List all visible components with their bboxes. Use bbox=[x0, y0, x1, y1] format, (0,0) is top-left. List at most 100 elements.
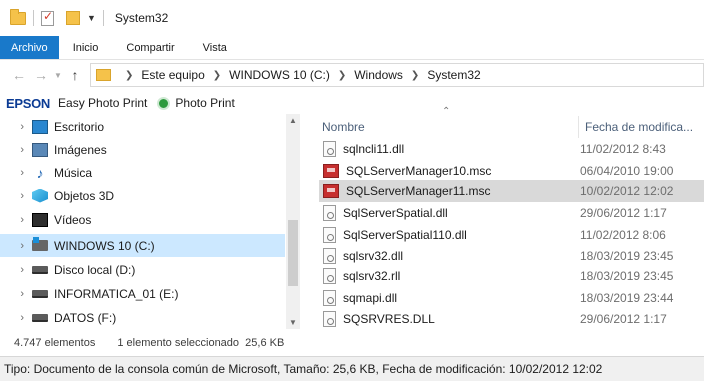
file-row-selected[interactable]: SQLServerManager11.msc 10/02/2012 12:02 bbox=[319, 180, 704, 202]
file-row[interactable]: SqlServerSpatial.dll 29/06/2012 1:17 bbox=[319, 202, 704, 224]
customize-toolbar-dropdown-icon[interactable]: ▼ bbox=[87, 13, 96, 23]
windows-drive-icon bbox=[32, 237, 48, 251]
nav-item-label: Escritorio bbox=[54, 119, 105, 134]
properties-icon[interactable] bbox=[41, 9, 54, 26]
new-folder-icon[interactable] bbox=[66, 11, 80, 25]
separator bbox=[33, 10, 34, 26]
expand-chevron-icon[interactable]: › bbox=[0, 240, 32, 252]
navigation-pane: › Escritorio › Imágenes › ♪ Música › Obj… bbox=[0, 114, 300, 329]
epson-logo: EPSON bbox=[6, 95, 51, 111]
file-row[interactable]: sqlsrv32.rll 18/03/2019 23:45 bbox=[319, 265, 704, 287]
file-name: sqmapi.dll bbox=[343, 291, 398, 305]
expand-chevron-icon[interactable]: › bbox=[0, 144, 32, 156]
folder-icon bbox=[96, 69, 111, 81]
expand-chevron-icon[interactable]: › bbox=[0, 288, 32, 300]
file-row[interactable]: SQSRVRES.DLL 29/06/2012 1:17 bbox=[319, 308, 704, 330]
tab-vista[interactable]: Vista bbox=[189, 36, 241, 59]
navigation-scrollbar[interactable]: ▲ ▼ bbox=[286, 114, 300, 329]
nav-item-label: WINDOWS 10 (C:) bbox=[54, 238, 155, 253]
breadcrumb-este-equipo[interactable]: Este equipo bbox=[141, 68, 204, 82]
file-name: SqlServerSpatial.dll bbox=[343, 206, 448, 220]
dll-file-icon bbox=[323, 311, 336, 327]
breadcrumb-windows[interactable]: Windows bbox=[354, 68, 403, 82]
details-bar: Tipo: Documento de la consola común de M… bbox=[0, 356, 704, 381]
separator bbox=[102, 10, 104, 26]
file-name: SQSRVRES.DLL bbox=[343, 312, 435, 326]
msc-file-icon bbox=[323, 184, 339, 198]
file-date: 29/06/2012 1:17 bbox=[580, 312, 667, 326]
file-name: SQLServerManager11.msc bbox=[346, 184, 491, 198]
nav-item-videos[interactable]: › Vídeos bbox=[0, 208, 285, 231]
recent-locations-chevron-icon[interactable]: ▼ bbox=[52, 71, 64, 80]
file-name: SQLServerManager10.msc bbox=[346, 164, 492, 178]
scroll-down-arrow-icon[interactable]: ▼ bbox=[289, 318, 297, 327]
nav-item-disco-local-d[interactable]: › Disco local (D:) bbox=[0, 258, 285, 281]
file-details-text: Tipo: Documento de la consola común de M… bbox=[4, 362, 603, 376]
column-header-date[interactable]: Fecha de modifica... bbox=[578, 116, 704, 138]
navigation-row: ← → ▼ ↑ ❯ Este equipo ❯ WINDOWS 10 (C:) … bbox=[0, 60, 704, 90]
breadcrumb-separator-icon[interactable]: ❯ bbox=[213, 70, 221, 81]
nav-item-musica[interactable]: › ♪ Música bbox=[0, 161, 285, 184]
music-icon: ♪ bbox=[36, 164, 44, 181]
dll-file-icon bbox=[323, 205, 336, 221]
drive-icon bbox=[32, 313, 48, 322]
tab-archivo[interactable]: Archivo bbox=[0, 36, 59, 59]
easy-photo-print-button[interactable]: Easy Photo Print bbox=[58, 96, 147, 110]
file-row[interactable]: sqmapi.dll 18/03/2019 23:44 bbox=[319, 287, 704, 309]
item-count: 4.747 elementos bbox=[14, 337, 96, 349]
breadcrumb-system32[interactable]: System32 bbox=[427, 68, 480, 82]
file-date: 29/06/2012 1:17 bbox=[580, 206, 667, 220]
forward-arrow-icon[interactable]: → bbox=[30, 67, 52, 83]
dll-file-icon bbox=[323, 227, 336, 243]
tab-inicio[interactable]: Inicio bbox=[59, 36, 113, 59]
expand-chevron-icon[interactable]: › bbox=[0, 121, 32, 133]
epson-toolbar: EPSON Easy Photo Print Photo Print bbox=[0, 92, 704, 114]
photo-print-button[interactable]: Photo Print bbox=[175, 96, 234, 110]
nav-item-label: Disco local (D:) bbox=[54, 262, 136, 277]
title-bar: ▼ System32 bbox=[0, 0, 704, 36]
nav-item-windows-10[interactable]: › WINDOWS 10 (C:) bbox=[0, 234, 285, 257]
file-date: 11/02/2012 8:06 bbox=[580, 228, 666, 242]
desktop-icon bbox=[32, 119, 48, 134]
ribbon-tabs: Archivo Inicio Compartir Vista bbox=[0, 36, 704, 60]
file-row[interactable]: sqlsrv32.dll 18/03/2019 23:45 bbox=[319, 245, 704, 267]
nav-item-objetos-3d[interactable]: › Objetos 3D bbox=[0, 184, 285, 207]
nav-item-label: INFORMATICA_01 (E:) bbox=[54, 286, 179, 301]
up-arrow-icon[interactable]: ↑ bbox=[64, 67, 86, 83]
nav-item-label: Objetos 3D bbox=[54, 188, 115, 203]
nav-item-label: Vídeos bbox=[54, 212, 92, 227]
nav-item-label: DATOS (F:) bbox=[54, 310, 117, 325]
breadcrumb-windows-10[interactable]: WINDOWS 10 (C:) bbox=[229, 68, 330, 82]
file-date: 18/03/2019 23:45 bbox=[580, 269, 674, 283]
tab-compartir[interactable]: Compartir bbox=[112, 36, 188, 59]
breadcrumb-separator-icon[interactable]: ❯ bbox=[338, 70, 346, 81]
drive-icon bbox=[32, 265, 48, 274]
nav-item-escritorio[interactable]: › Escritorio bbox=[0, 115, 285, 138]
breadcrumb-separator-icon[interactable]: ❯ bbox=[125, 70, 133, 81]
expand-chevron-icon[interactable]: › bbox=[0, 264, 32, 276]
rll-file-icon bbox=[323, 268, 336, 284]
address-bar[interactable]: ❯ Este equipo ❯ WINDOWS 10 (C:) ❯ Window… bbox=[90, 63, 704, 87]
folder-icon bbox=[10, 8, 26, 25]
expand-chevron-icon[interactable]: › bbox=[0, 214, 32, 226]
scroll-up-arrow-icon[interactable]: ▲ bbox=[289, 116, 297, 125]
expand-chevron-icon[interactable]: › bbox=[0, 190, 32, 202]
expand-chevron-icon[interactable]: › bbox=[0, 312, 32, 324]
expand-chevron-icon[interactable]: › bbox=[0, 167, 32, 179]
dll-file-icon bbox=[323, 141, 336, 157]
nav-item-datos-f[interactable]: › DATOS (F:) bbox=[0, 306, 285, 329]
file-row[interactable]: SqlServerSpatial110.dll 11/02/2012 8:06 bbox=[319, 224, 704, 246]
file-date: 06/04/2010 19:00 bbox=[580, 164, 674, 178]
file-row[interactable]: sqlncli11.dll 11/02/2012 8:43 bbox=[319, 138, 704, 160]
photo-print-icon bbox=[157, 96, 171, 110]
breadcrumb-separator-icon[interactable]: ❯ bbox=[411, 70, 419, 81]
drive-icon bbox=[32, 289, 48, 298]
file-date: 10/02/2012 12:02 bbox=[580, 184, 674, 198]
scrollbar-thumb[interactable] bbox=[288, 220, 298, 286]
file-name: sqlncli11.dll bbox=[343, 142, 405, 156]
nav-item-imagenes[interactable]: › Imágenes bbox=[0, 138, 285, 161]
nav-item-informatica-e[interactable]: › INFORMATICA_01 (E:) bbox=[0, 282, 285, 305]
column-header-name[interactable]: Nombre bbox=[322, 116, 578, 138]
back-arrow-icon[interactable]: ← bbox=[8, 67, 30, 83]
file-row[interactable]: SQLServerManager10.msc 06/04/2010 19:00 bbox=[319, 160, 704, 182]
